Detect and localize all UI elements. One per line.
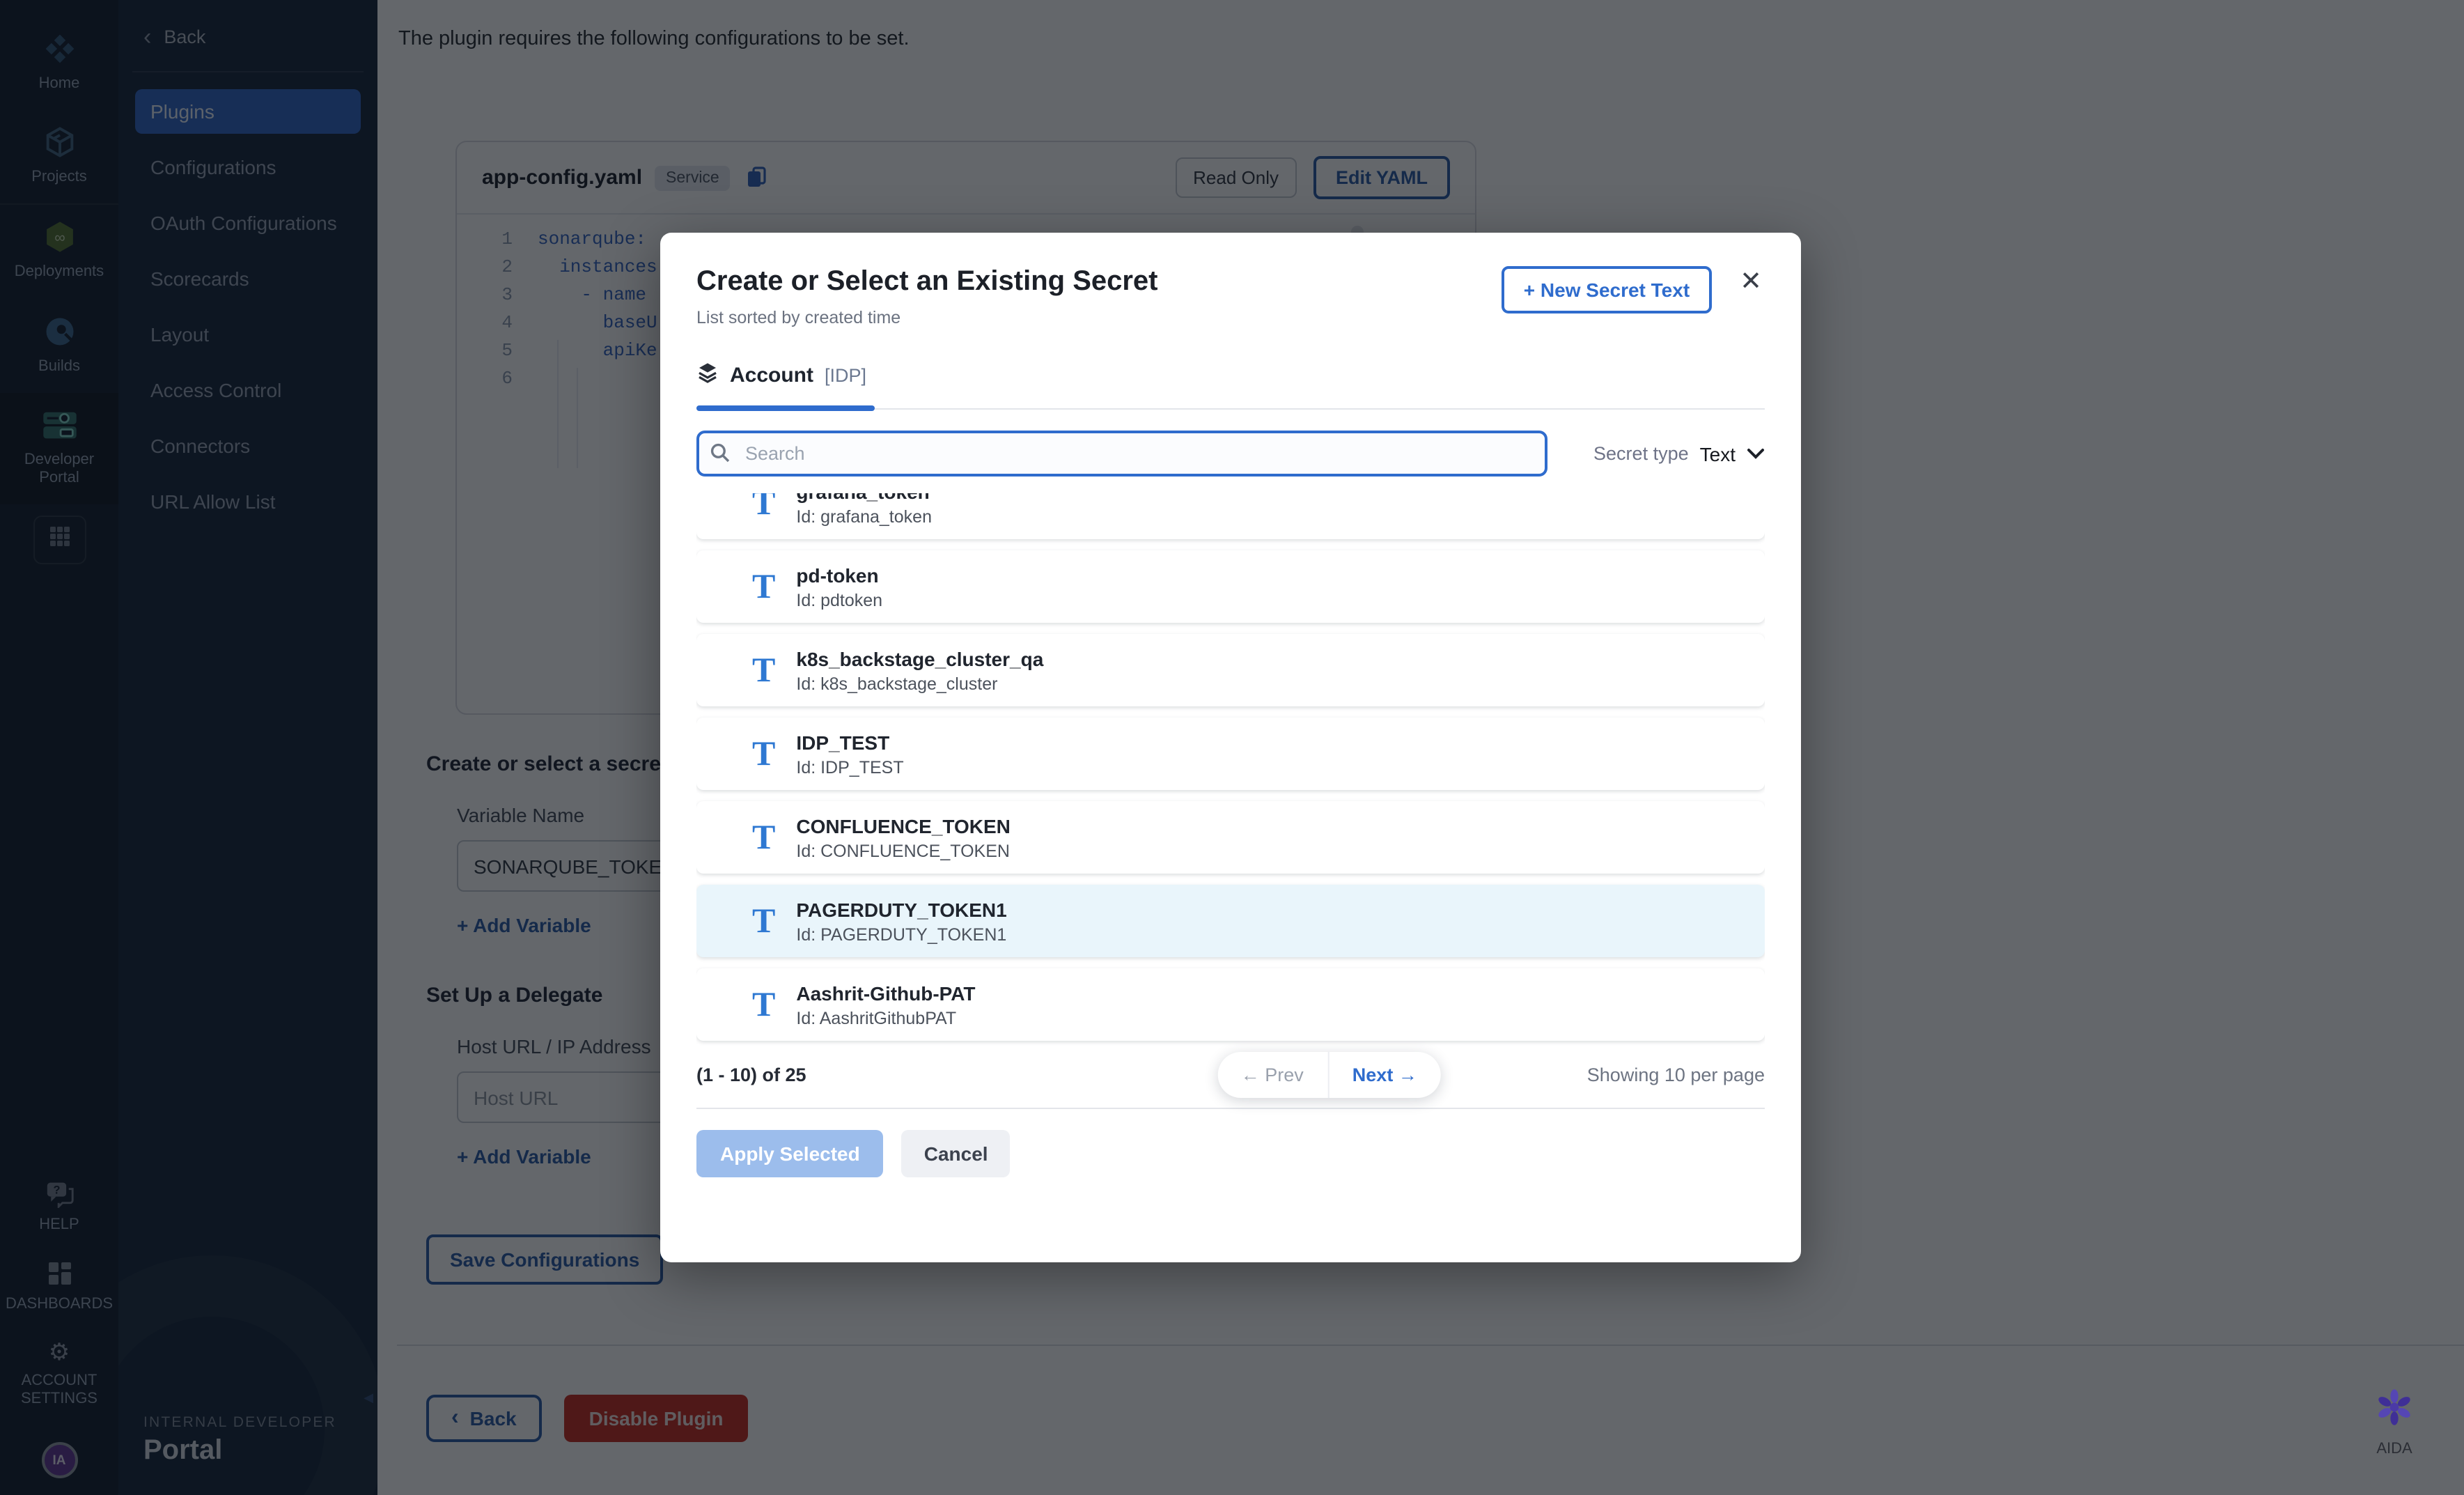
- aida-label: AIDA: [2362, 1441, 2426, 1457]
- secret-name: CONFLUENCE_TOKEN: [796, 814, 1011, 837]
- search-icon: [709, 442, 731, 471]
- modal-footer: Apply Selected Cancel: [696, 1108, 1765, 1177]
- secret-name: pd-token: [796, 564, 882, 586]
- secret-type-dropdown[interactable]: Secret type Text: [1593, 441, 1765, 466]
- secret-id: Id: pdtoken: [796, 590, 882, 610]
- secret-name: grafana_token: [796, 493, 932, 502]
- secret-id: Id: PAGERDUTY_TOKEN1: [796, 924, 1006, 944]
- secret-list-item[interactable]: T k8s_backstage_cluster_qa Id: k8s_backs…: [696, 634, 1765, 706]
- secret-id: Id: k8s_backstage_cluster: [796, 674, 1043, 693]
- secret-id: Id: IDP_TEST: [796, 757, 903, 777]
- secret-name: k8s_backstage_cluster_qa: [796, 647, 1043, 669]
- secret-list[interactable]: T grafana_token Id: grafana_token T pd-t…: [696, 493, 1765, 1046]
- modal-title: Create or Select an Existing Secret: [696, 266, 1158, 298]
- secret-name: PAGERDUTY_TOKEN1: [796, 898, 1006, 920]
- secret-id: Id: CONFLUENCE_TOKEN: [796, 841, 1011, 860]
- aida-launcher[interactable]: AIDA: [2362, 1386, 2426, 1457]
- new-secret-text-button[interactable]: + New Secret Text: [1502, 266, 1712, 313]
- next-label: Next: [1352, 1064, 1394, 1085]
- secret-list-item[interactable]: T PAGERDUTY_TOKEN1 Id: PAGERDUTY_TOKEN1: [696, 885, 1765, 957]
- aida-flower-icon: [2373, 1410, 2415, 1434]
- tab-account-idp[interactable]: Account [IDP]: [696, 361, 866, 390]
- secret-list-item[interactable]: T pd-token Id: pdtoken: [696, 550, 1765, 623]
- pagination-pill: ← Prev Next →: [1217, 1052, 1441, 1098]
- secret-type-label: Secret type: [1593, 443, 1689, 464]
- secret-type-value: Text: [1700, 442, 1736, 465]
- next-page-button[interactable]: Next →: [1329, 1052, 1441, 1098]
- prev-page-button[interactable]: ← Prev: [1217, 1052, 1329, 1098]
- per-page-text: Showing 10 per page: [1587, 1064, 1765, 1085]
- select-secret-modal: Create or Select an Existing Secret List…: [660, 233, 1801, 1262]
- layers-icon: [696, 361, 719, 390]
- prev-label: Prev: [1265, 1064, 1304, 1085]
- secret-list-item[interactable]: T IDP_TEST Id: IDP_TEST: [696, 718, 1765, 790]
- modal-subtitle: List sorted by created time: [696, 308, 1158, 327]
- arrow-left-icon: ←: [1241, 1064, 1260, 1085]
- modal-tabs: Account [IDP]: [696, 361, 1765, 410]
- tab-label: Account: [730, 364, 813, 387]
- modal-controls: Secret type Text: [696, 431, 1765, 477]
- tab-scope: [IDP]: [825, 365, 866, 386]
- text-secret-icon: T: [752, 904, 775, 938]
- secret-name: Aashrit-Github-PAT: [796, 982, 975, 1004]
- secret-list-item[interactable]: T CONFLUENCE_TOKEN Id: CONFLUENCE_TOKEN: [696, 801, 1765, 874]
- text-secret-icon: T: [752, 493, 775, 520]
- secret-id: Id: grafana_token: [796, 506, 932, 526]
- cancel-button[interactable]: Cancel: [902, 1130, 1011, 1177]
- close-icon[interactable]: ✕: [1737, 266, 1765, 298]
- search-input[interactable]: [696, 431, 1547, 477]
- text-secret-icon: T: [752, 820, 775, 855]
- pagination-bar: (1 - 10) of 25 ← Prev Next → Showing 10 …: [696, 1064, 1765, 1085]
- secret-id: Id: AashritGithubPAT: [796, 1008, 975, 1028]
- text-secret-icon: T: [752, 569, 775, 604]
- text-secret-icon: T: [752, 736, 775, 771]
- search-field: [696, 431, 1547, 477]
- apply-selected-button[interactable]: Apply Selected: [696, 1130, 884, 1177]
- modal-header: Create or Select an Existing Secret List…: [660, 233, 1801, 327]
- secret-list-item[interactable]: T grafana_token Id: grafana_token: [696, 493, 1765, 539]
- text-secret-icon: T: [752, 653, 775, 688]
- chevron-down-icon: [1747, 441, 1765, 466]
- screen: Home Projects ∞ Deployments: [0, 0, 2464, 1495]
- secret-list-item[interactable]: T Aashrit-Github-PAT Id: AashritGithubPA…: [696, 968, 1765, 1041]
- secret-name: IDP_TEST: [796, 731, 903, 753]
- page-range-text: (1 - 10) of 25: [696, 1064, 806, 1085]
- arrow-right-icon: →: [1398, 1064, 1417, 1085]
- text-secret-icon: T: [752, 987, 775, 1022]
- active-tab-indicator: [696, 405, 875, 411]
